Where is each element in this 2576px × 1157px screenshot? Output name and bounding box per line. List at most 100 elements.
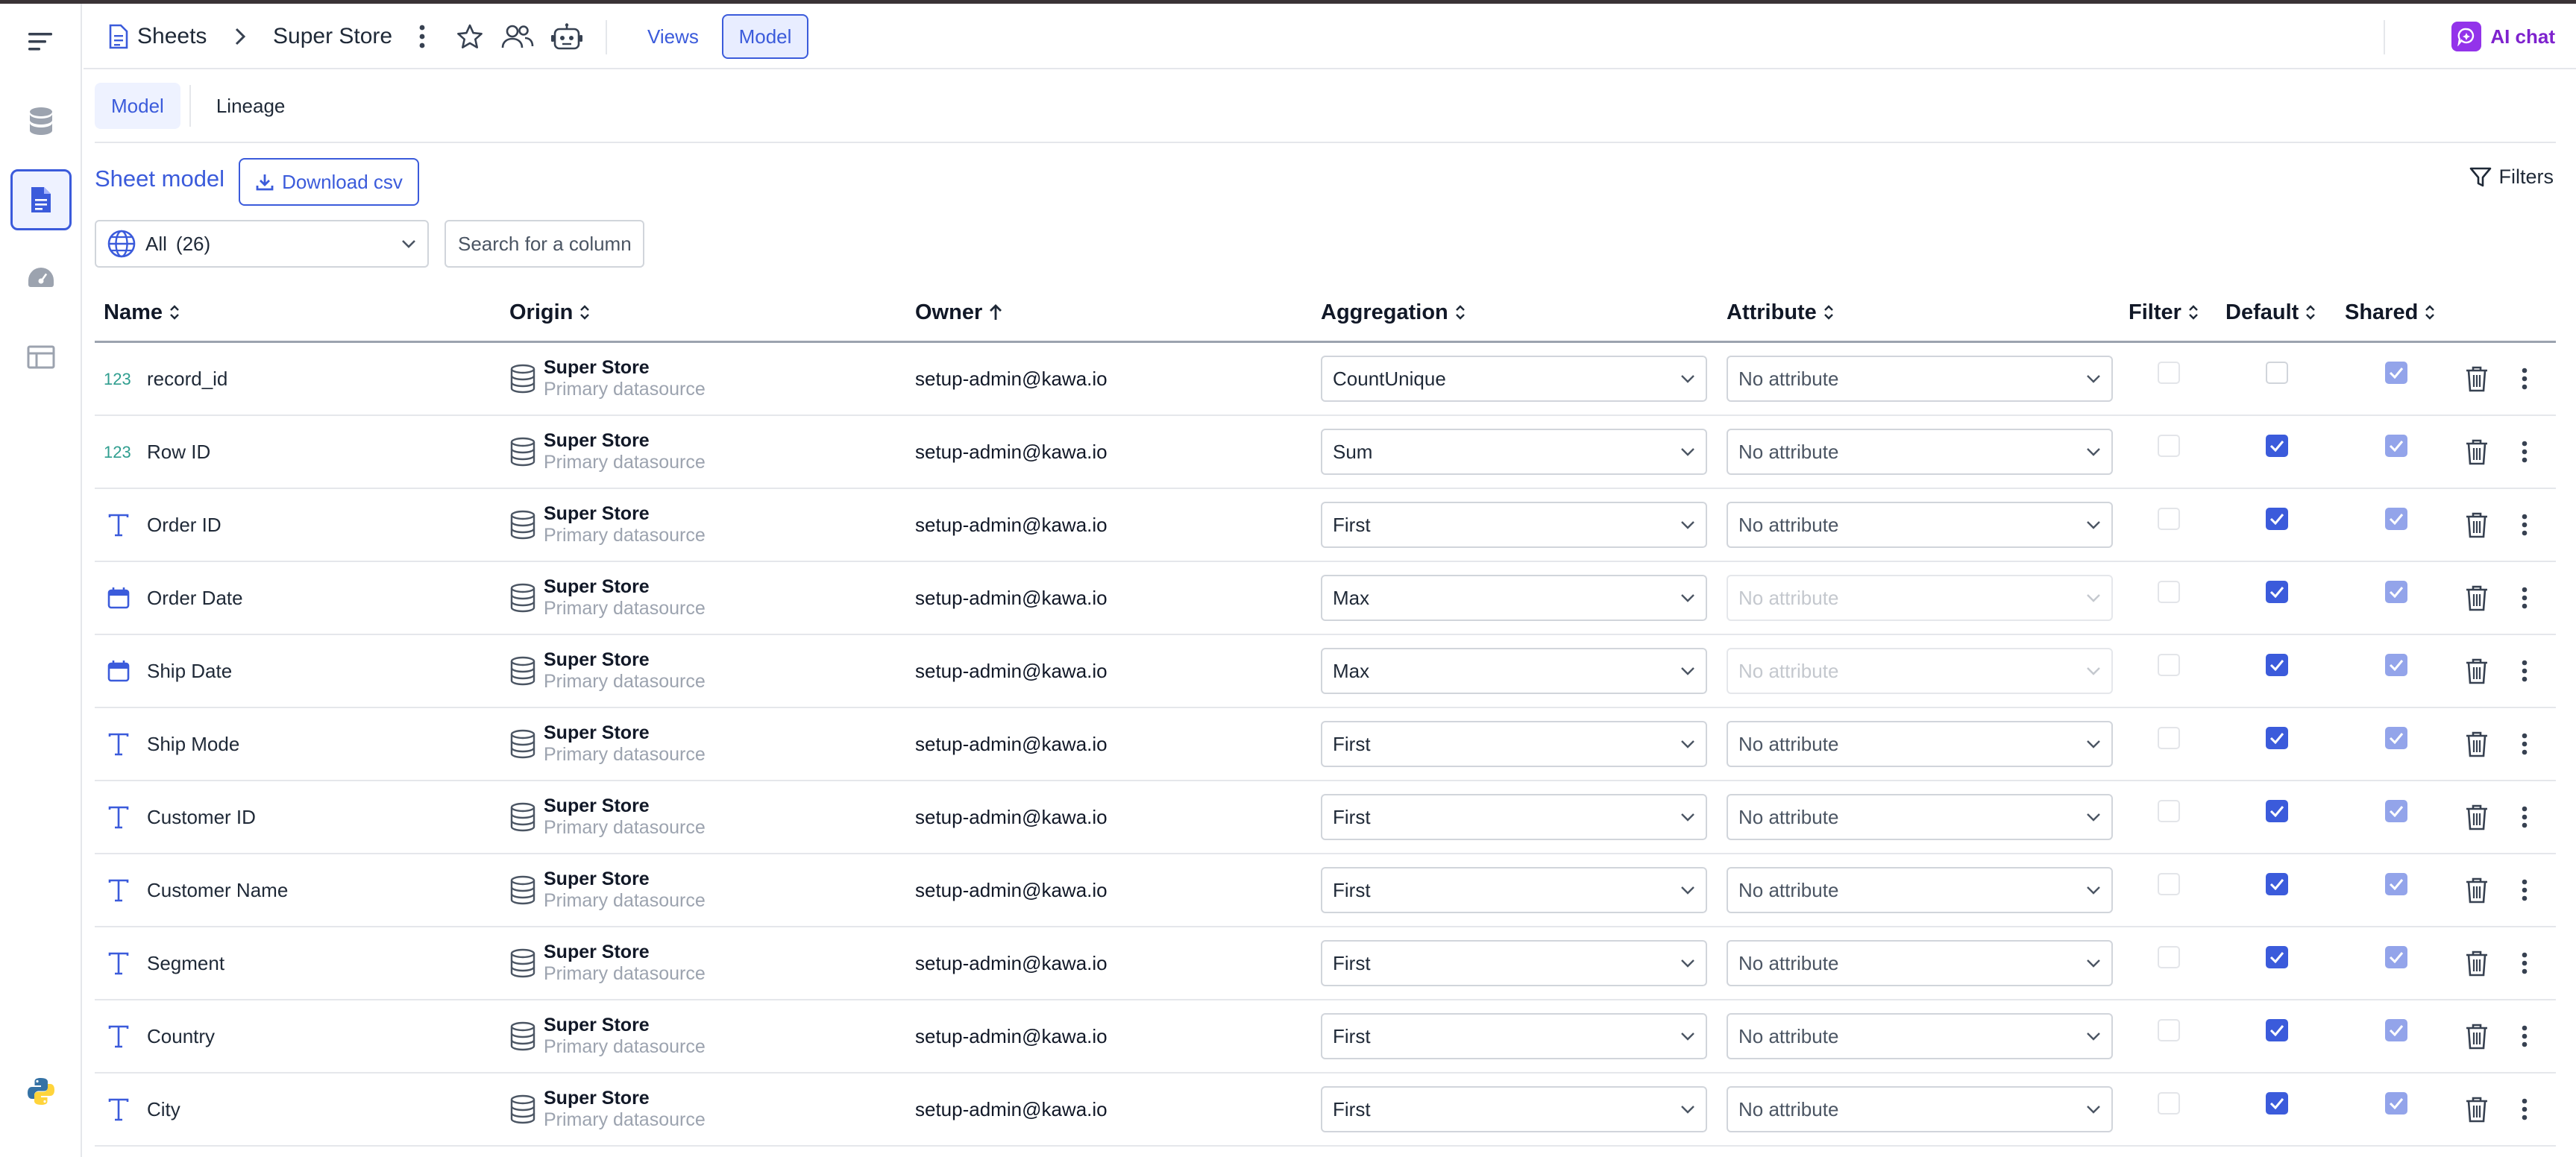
more-options-button[interactable]	[419, 4, 425, 69]
column-header-filter[interactable]: Filter	[2129, 282, 2199, 343]
row-options-button[interactable]	[2522, 708, 2528, 780]
filter-checkbox[interactable]	[2158, 508, 2180, 530]
attribute-select[interactable]: No attribute	[1727, 429, 2113, 475]
column-name-cell[interactable]: City	[104, 1074, 180, 1145]
default-checkbox[interactable]	[2266, 1019, 2288, 1041]
attribute-select[interactable]: No attribute	[1727, 1086, 2113, 1132]
aggregation-select[interactable]: First	[1321, 1013, 1707, 1059]
aggregation-select[interactable]: First	[1321, 867, 1707, 913]
delete-column-button[interactable]	[2465, 1074, 2489, 1145]
aggregation-select[interactable]: Sum	[1321, 429, 1707, 475]
default-checkbox[interactable]	[2266, 508, 2288, 530]
column-header-origin[interactable]: Origin	[509, 282, 591, 343]
shared-checkbox[interactable]	[2385, 1092, 2407, 1115]
default-checkbox[interactable]	[2266, 362, 2288, 384]
column-header-aggregation[interactable]: Aggregation	[1321, 282, 1466, 343]
row-options-button[interactable]	[2522, 1000, 2528, 1072]
filter-checkbox[interactable]	[2158, 435, 2180, 457]
shared-checkbox[interactable]	[2385, 727, 2407, 749]
attribute-select[interactable]: No attribute	[1727, 940, 2113, 986]
filter-checkbox[interactable]	[2158, 1019, 2180, 1041]
delete-column-button[interactable]	[2465, 416, 2489, 488]
default-checkbox[interactable]	[2266, 654, 2288, 676]
row-options-button[interactable]	[2522, 854, 2528, 926]
column-header-name[interactable]: Name	[104, 282, 180, 343]
column-header-attribute[interactable]: Attribute	[1727, 282, 1835, 343]
attribute-select[interactable]: No attribute	[1727, 867, 2113, 913]
column-header-owner[interactable]: Owner	[915, 282, 1003, 343]
column-name-cell[interactable]: Order Date	[104, 562, 243, 634]
shared-checkbox[interactable]	[2385, 873, 2407, 895]
shared-checkbox[interactable]	[2385, 800, 2407, 822]
aggregation-select[interactable]: First	[1321, 721, 1707, 767]
delete-column-button[interactable]	[2465, 1000, 2489, 1072]
shared-checkbox[interactable]	[2385, 581, 2407, 603]
filter-checkbox[interactable]	[2158, 654, 2180, 676]
delete-column-button[interactable]	[2465, 708, 2489, 780]
column-name-cell[interactable]: Country	[104, 1000, 215, 1072]
sidebar-item-dashboards[interactable]	[10, 248, 72, 309]
filter-checkbox[interactable]	[2158, 800, 2180, 822]
filter-checkbox[interactable]	[2158, 946, 2180, 968]
default-checkbox[interactable]	[2266, 946, 2288, 968]
row-options-button[interactable]	[2522, 781, 2528, 853]
shared-checkbox[interactable]	[2385, 362, 2407, 384]
aggregation-select[interactable]: Max	[1321, 648, 1707, 694]
aggregation-select[interactable]: First	[1321, 502, 1707, 548]
filter-checkbox[interactable]	[2158, 362, 2180, 384]
attribute-select[interactable]: No attribute	[1727, 502, 2113, 548]
filter-checkbox[interactable]	[2158, 873, 2180, 895]
filter-checkbox[interactable]	[2158, 581, 2180, 603]
default-checkbox[interactable]	[2266, 581, 2288, 603]
column-name-cell[interactable]: 123 Row ID	[104, 416, 210, 488]
delete-column-button[interactable]	[2465, 489, 2489, 561]
tab-model[interactable]: Model	[95, 83, 180, 129]
aggregation-select[interactable]: First	[1321, 794, 1707, 840]
row-options-button[interactable]	[2522, 635, 2528, 707]
ai-agent-button[interactable]	[550, 4, 583, 69]
row-options-button[interactable]	[2522, 416, 2528, 488]
row-options-button[interactable]	[2522, 1074, 2528, 1145]
default-checkbox[interactable]	[2266, 873, 2288, 895]
delete-column-button[interactable]	[2465, 635, 2489, 707]
shared-checkbox[interactable]	[2385, 508, 2407, 530]
tab-lineage[interactable]: Lineage	[200, 83, 302, 129]
column-name-cell[interactable]: Order ID	[104, 489, 222, 561]
column-header-shared[interactable]: Shared	[2345, 282, 2436, 343]
attribute-select[interactable]: No attribute	[1727, 1013, 2113, 1059]
ai-chat-button[interactable]: AI chat	[2451, 19, 2555, 54]
filters-button[interactable]: Filters	[2469, 165, 2554, 189]
sidebar-item-datasources[interactable]	[10, 91, 72, 152]
shared-checkbox[interactable]	[2385, 435, 2407, 457]
column-name-cell[interactable]: Customer ID	[104, 781, 256, 853]
column-scope-select[interactable]: All (26)	[95, 220, 429, 268]
shared-checkbox[interactable]	[2385, 1019, 2407, 1041]
default-checkbox[interactable]	[2266, 727, 2288, 749]
aggregation-select[interactable]: CountUnique	[1321, 356, 1707, 402]
row-options-button[interactable]	[2522, 562, 2528, 634]
delete-column-button[interactable]	[2465, 343, 2489, 414]
row-options-button[interactable]	[2522, 489, 2528, 561]
attribute-select[interactable]: No attribute	[1727, 356, 2113, 402]
default-checkbox[interactable]	[2266, 800, 2288, 822]
default-checkbox[interactable]	[2266, 435, 2288, 457]
breadcrumb-sheets[interactable]: Sheets	[109, 4, 207, 69]
sidebar-item-sheets[interactable]	[10, 169, 72, 230]
column-name-cell[interactable]: Ship Mode	[104, 708, 239, 780]
column-header-default[interactable]: Default	[2225, 282, 2316, 343]
sidebar-item-tables[interactable]	[10, 327, 72, 388]
attribute-select[interactable]: No attribute	[1727, 721, 2113, 767]
model-button[interactable]: Model	[722, 14, 808, 59]
favorite-button[interactable]	[456, 4, 483, 69]
default-checkbox[interactable]	[2266, 1092, 2288, 1115]
shared-checkbox[interactable]	[2385, 654, 2407, 676]
menu-toggle-button[interactable]	[10, 11, 72, 72]
column-name-cell[interactable]: 123 record_id	[104, 343, 227, 414]
column-search-input[interactable]	[444, 220, 644, 268]
aggregation-select[interactable]: Max	[1321, 575, 1707, 621]
aggregation-select[interactable]: First	[1321, 1086, 1707, 1132]
row-options-button[interactable]	[2522, 927, 2528, 999]
delete-column-button[interactable]	[2465, 854, 2489, 926]
shared-checkbox[interactable]	[2385, 946, 2407, 968]
download-csv-button[interactable]: Download csv	[239, 158, 419, 206]
